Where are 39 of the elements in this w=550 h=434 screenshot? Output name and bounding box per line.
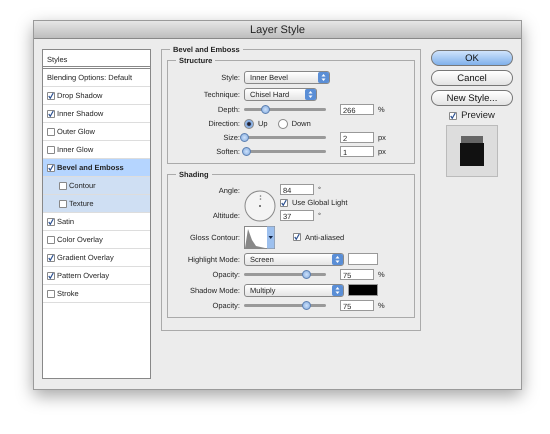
slider-thumb[interactable] <box>302 270 310 278</box>
checkbox[interactable] <box>47 272 55 280</box>
window-title: Layer Style <box>250 24 306 36</box>
slider-thumb[interactable] <box>240 132 249 142</box>
slider-thumb[interactable] <box>242 146 252 156</box>
stepper-icon <box>332 254 343 264</box>
contour-picker[interactable] <box>244 226 275 248</box>
slider-thumb[interactable] <box>302 300 310 310</box>
checkbox[interactable] <box>59 182 67 190</box>
radio-button[interactable] <box>278 118 288 128</box>
dialog-button[interactable]: New Style... <box>431 90 513 106</box>
stepper-icon <box>305 88 316 100</box>
checkbox[interactable] <box>47 290 55 298</box>
slider-track[interactable] <box>244 273 326 276</box>
dialog-button[interactable]: OK <box>431 50 513 66</box>
checkbox[interactable] <box>47 110 55 118</box>
checkbox[interactable] <box>47 236 55 244</box>
color-swatch[interactable] <box>348 284 378 296</box>
checkbox[interactable] <box>280 198 288 206</box>
slider-track[interactable] <box>244 108 326 111</box>
stepper-icon <box>318 72 329 82</box>
checkbox-label: Preview <box>461 110 495 121</box>
slider-track[interactable] <box>244 150 326 153</box>
checkbox[interactable] <box>47 128 55 136</box>
slider-thumb[interactable] <box>260 104 270 114</box>
radio-button[interactable] <box>244 118 254 128</box>
checkbox[interactable] <box>47 254 55 262</box>
checkbox[interactable] <box>449 112 458 120</box>
slider-track[interactable] <box>244 304 326 307</box>
checkbox[interactable] <box>47 146 55 154</box>
stepper-icon <box>332 284 343 296</box>
checkbox[interactable] <box>47 164 55 172</box>
checkbox[interactable] <box>47 218 55 226</box>
checkbox[interactable] <box>47 92 55 100</box>
preview-swatch-icon <box>459 136 485 166</box>
checkbox[interactable] <box>293 233 301 241</box>
checkbox[interactable] <box>59 200 67 208</box>
dialog-button[interactable]: Cancel <box>431 70 513 86</box>
color-swatch[interactable] <box>348 253 378 265</box>
